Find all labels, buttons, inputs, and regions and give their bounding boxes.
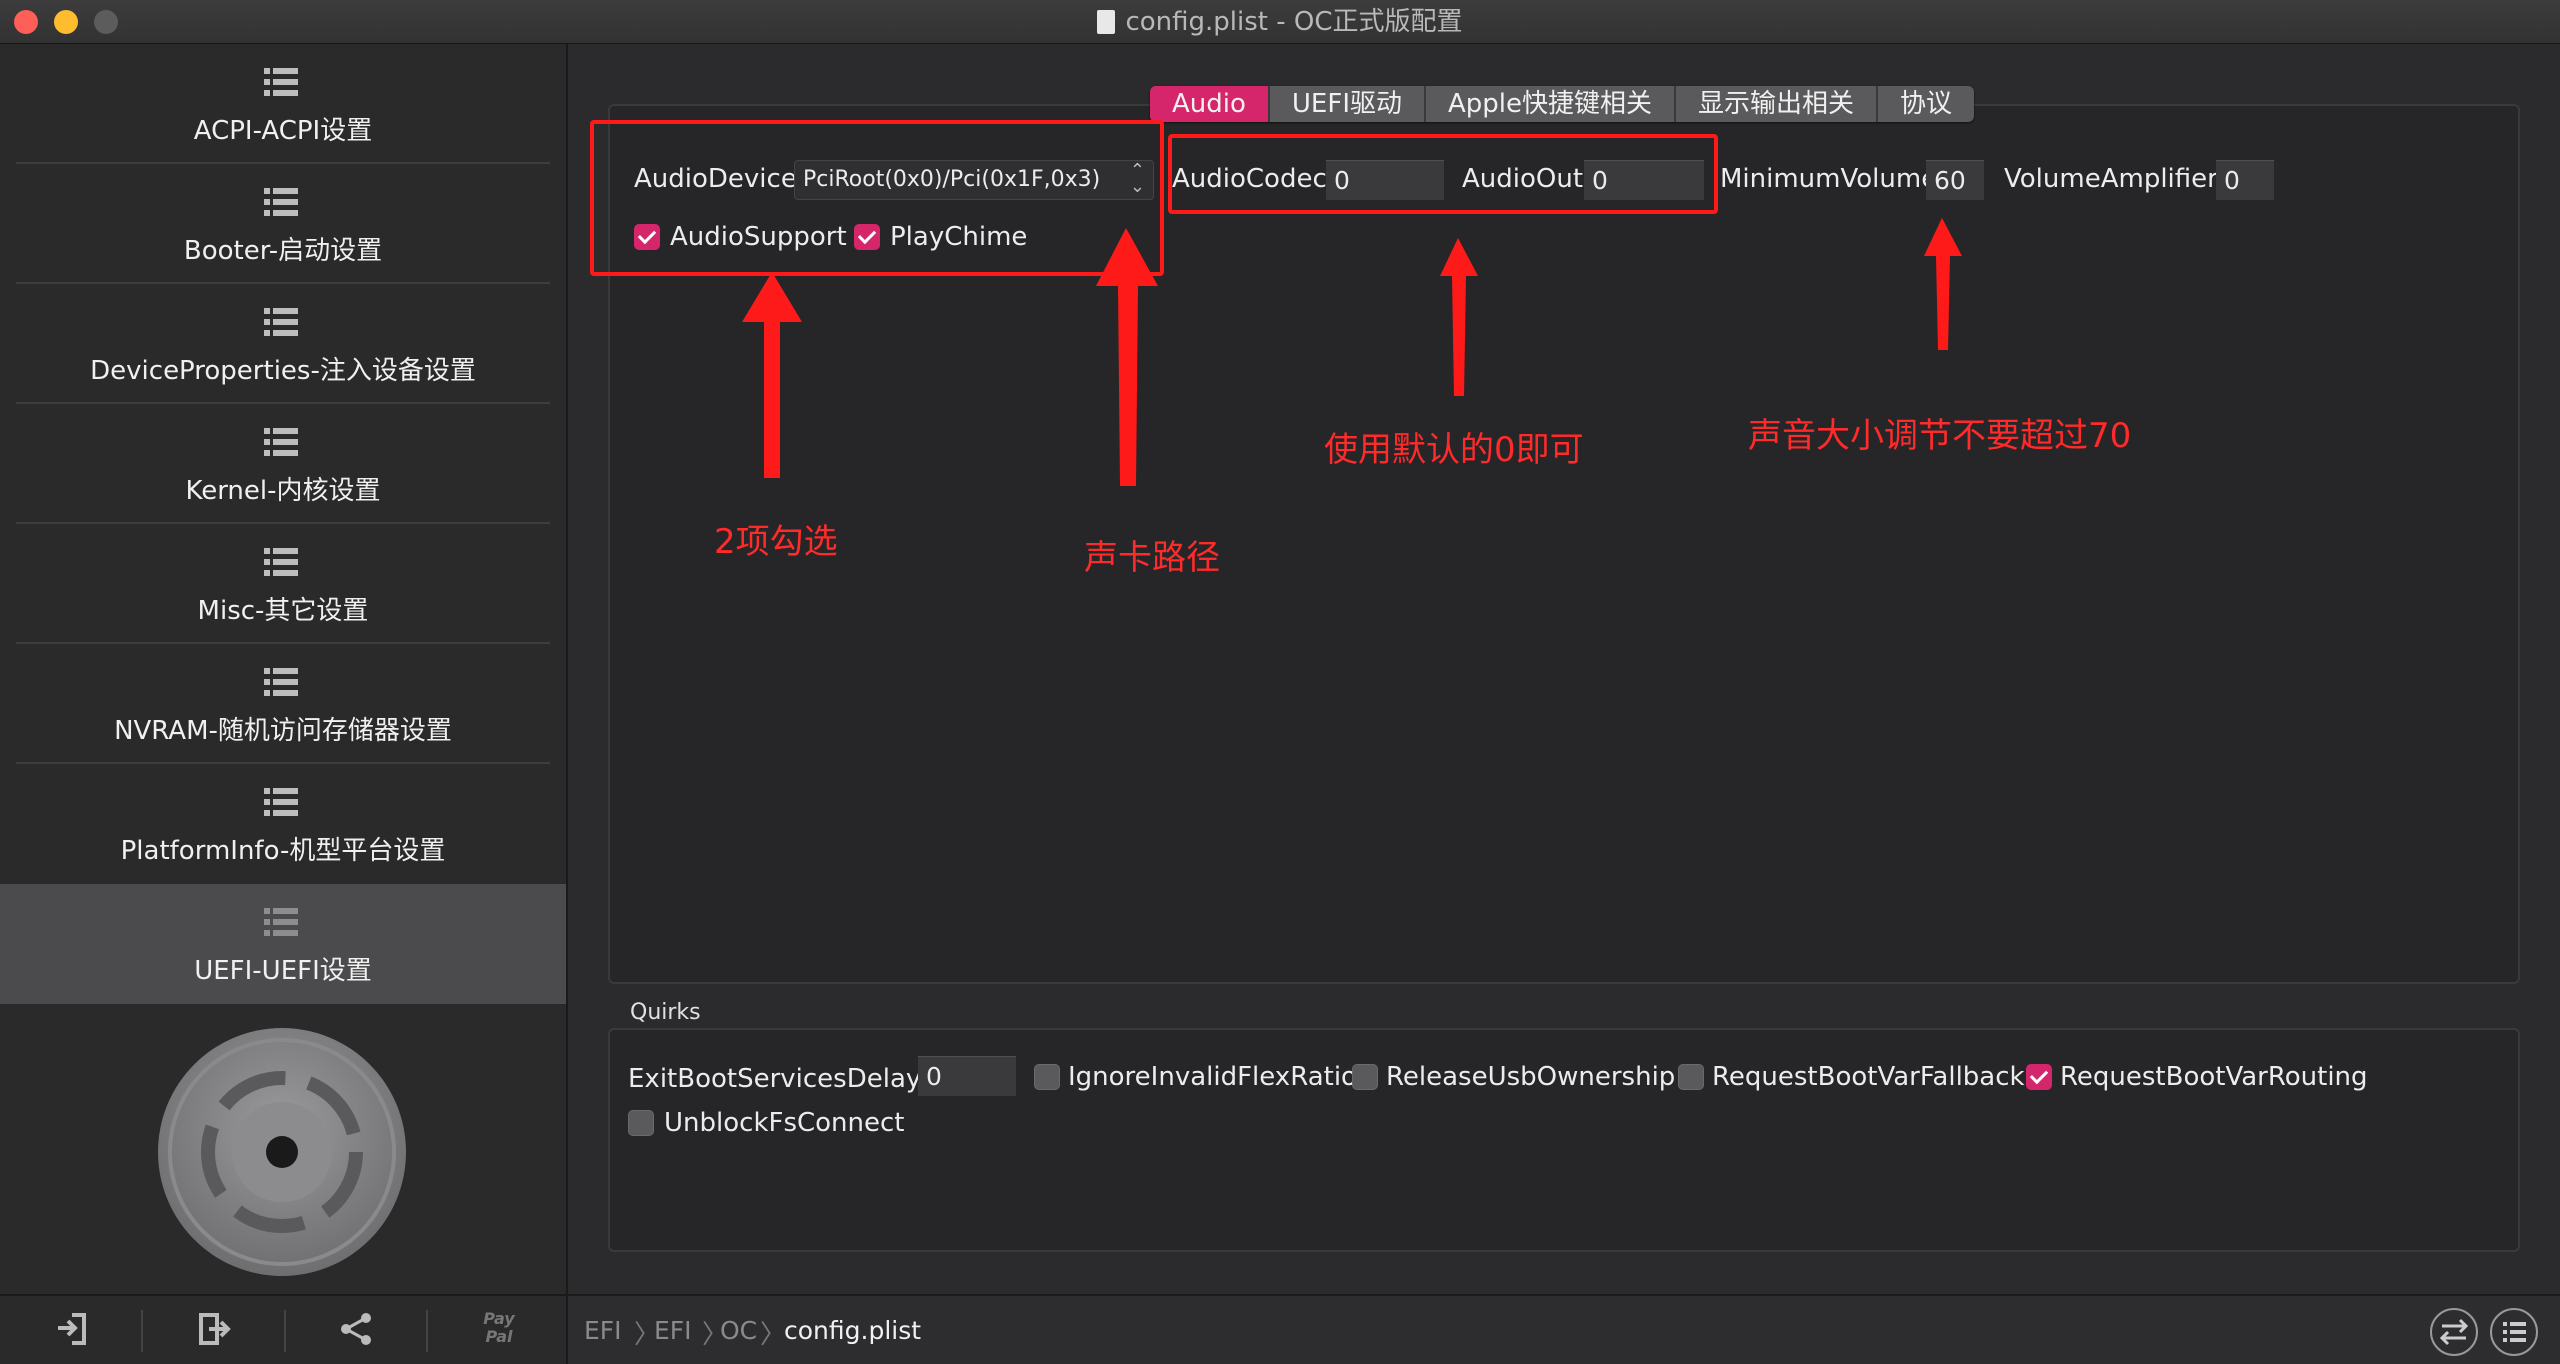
annotation-box-device bbox=[590, 120, 1164, 276]
quirks-title: Quirks bbox=[630, 1000, 701, 1025]
list-icon bbox=[264, 668, 298, 696]
list-icon bbox=[264, 548, 298, 576]
document-icon bbox=[1097, 10, 1116, 34]
tab-uefi-drivers[interactable]: UEFI驱动 bbox=[1270, 86, 1426, 122]
breadcrumb-item[interactable]: EFI bbox=[584, 1316, 622, 1345]
annotation-volume-limit: 声音大小调节不要超过70 bbox=[1748, 416, 2132, 456]
export-button[interactable] bbox=[143, 1296, 285, 1364]
breadcrumb-item[interactable]: OC bbox=[720, 1316, 757, 1345]
quirk-label: ReleaseUsbOwnership bbox=[1386, 1062, 1676, 1092]
annotation-box-codec bbox=[1168, 134, 1718, 214]
sidebar-toolbar: Pay Pal bbox=[0, 1294, 568, 1364]
minimum-volume-field[interactable]: 60 bbox=[1926, 160, 1984, 200]
sidebar-item-label: ACPI-ACPI设置 bbox=[193, 116, 373, 146]
sidebar-item-misc[interactable]: Misc-其它设置 bbox=[0, 524, 566, 644]
sidebar-item-acpi[interactable]: ACPI-ACPI设置 bbox=[0, 44, 566, 164]
annotation-card-path: 声卡路径 bbox=[1084, 538, 1220, 578]
sidebar: ACPI-ACPI设置 Booter-启动设置 DeviceProperties… bbox=[0, 44, 568, 1294]
unblock-fs-connect-checkbox[interactable] bbox=[628, 1110, 654, 1136]
exit-boot-services-delay-label: ExitBootServicesDelay bbox=[628, 1064, 922, 1094]
sidebar-item-deviceproperties[interactable]: DeviceProperties-注入设备设置 bbox=[0, 284, 566, 404]
list-icon bbox=[264, 908, 298, 936]
tab-audio[interactable]: Audio bbox=[1150, 86, 1270, 122]
list-icon bbox=[264, 428, 298, 456]
sidebar-item-uefi[interactable]: UEFI-UEFI设置 bbox=[0, 884, 566, 1004]
sidebar-item-nvram[interactable]: NVRAM-随机访问存储器设置 bbox=[0, 644, 566, 764]
swap-button[interactable] bbox=[2430, 1308, 2478, 1356]
title-bar: config.plist - OC正式版配置 bbox=[0, 0, 2560, 44]
volume-amplifier-field[interactable]: 0 bbox=[2216, 160, 2274, 200]
quirk-label: RequestBootVarFallback bbox=[1712, 1062, 2025, 1092]
minimum-volume-label: MinimumVolume bbox=[1720, 164, 1938, 194]
sidebar-item-kernel[interactable]: Kernel-内核设置 bbox=[0, 404, 566, 524]
quirk-label: UnblockFsConnect bbox=[664, 1108, 905, 1138]
chevron-right-icon: 〉 bbox=[760, 1320, 787, 1350]
annotation-two-checks: 2项勾选 bbox=[714, 522, 838, 562]
sidebar-item-label: PlatformInfo-机型平台设置 bbox=[120, 836, 446, 866]
sidebar-item-label: UEFI-UEFI设置 bbox=[194, 956, 372, 986]
opencore-logo-icon bbox=[158, 1028, 406, 1276]
paypal-icon: Pay Pal bbox=[464, 1310, 534, 1346]
list-icon bbox=[2503, 1322, 2526, 1342]
list-view-button[interactable] bbox=[2490, 1308, 2538, 1356]
paypal-button[interactable]: Pay Pal bbox=[428, 1296, 570, 1364]
release-usb-ownership-checkbox[interactable] bbox=[1352, 1064, 1378, 1090]
sidebar-item-label: DeviceProperties-注入设备设置 bbox=[90, 356, 476, 386]
quirk-label: RequestBootVarRouting bbox=[2060, 1062, 2368, 1092]
ignore-invalid-flex-ratio-checkbox[interactable] bbox=[1034, 1064, 1060, 1090]
list-icon bbox=[264, 188, 298, 216]
sidebar-item-label: Kernel-内核设置 bbox=[185, 476, 381, 506]
list-icon bbox=[264, 68, 298, 96]
volume-amplifier-label: VolumeAmplifier bbox=[2004, 164, 2218, 194]
quirk-label: IgnoreInvalidFlexRatio bbox=[1068, 1062, 1357, 1092]
annotation-default-zero: 使用默认的0即可 bbox=[1324, 430, 1584, 470]
tab-protocols[interactable]: 协议 bbox=[1878, 86, 1974, 122]
request-boot-var-fallback-checkbox[interactable] bbox=[1678, 1064, 1704, 1090]
breadcrumb-current[interactable]: config.plist bbox=[784, 1316, 921, 1345]
list-icon bbox=[264, 788, 298, 816]
sidebar-item-platforminfo[interactable]: PlatformInfo-机型平台设置 bbox=[0, 764, 566, 884]
tab-display-output[interactable]: 显示输出相关 bbox=[1676, 86, 1879, 122]
paypal-text: Pay Pal bbox=[483, 1309, 515, 1346]
export-icon bbox=[199, 1313, 231, 1345]
share-button[interactable] bbox=[286, 1296, 428, 1364]
window-title-wrap: config.plist - OC正式版配置 bbox=[0, 0, 2560, 44]
path-bar: EFI 〉 EFI 〉 OC 〉 config.plist bbox=[568, 1294, 2560, 1364]
tab-apple-hotkeys[interactable]: Apple快捷键相关 bbox=[1426, 86, 1677, 122]
import-icon bbox=[58, 1313, 86, 1345]
sidebar-item-label: Booter-启动设置 bbox=[183, 236, 383, 266]
breadcrumb-item[interactable]: EFI bbox=[654, 1316, 692, 1345]
sidebar-item-booter[interactable]: Booter-启动设置 bbox=[0, 164, 566, 284]
sidebar-item-label: Misc-其它设置 bbox=[197, 596, 369, 626]
import-button[interactable] bbox=[0, 1296, 142, 1364]
list-icon bbox=[264, 308, 298, 336]
tab-bar: Audio UEFI驱动 Apple快捷键相关 显示输出相关 协议 bbox=[1150, 86, 1975, 122]
request-boot-var-routing-checkbox[interactable] bbox=[2026, 1064, 2052, 1090]
window-title: config.plist - OC正式版配置 bbox=[1125, 7, 1463, 37]
sidebar-item-label: NVRAM-随机访问存储器设置 bbox=[114, 716, 452, 746]
share-icon bbox=[341, 1313, 371, 1345]
swap-arrows-icon bbox=[2439, 1318, 2469, 1346]
exit-boot-services-delay-field[interactable]: 0 bbox=[918, 1056, 1016, 1096]
